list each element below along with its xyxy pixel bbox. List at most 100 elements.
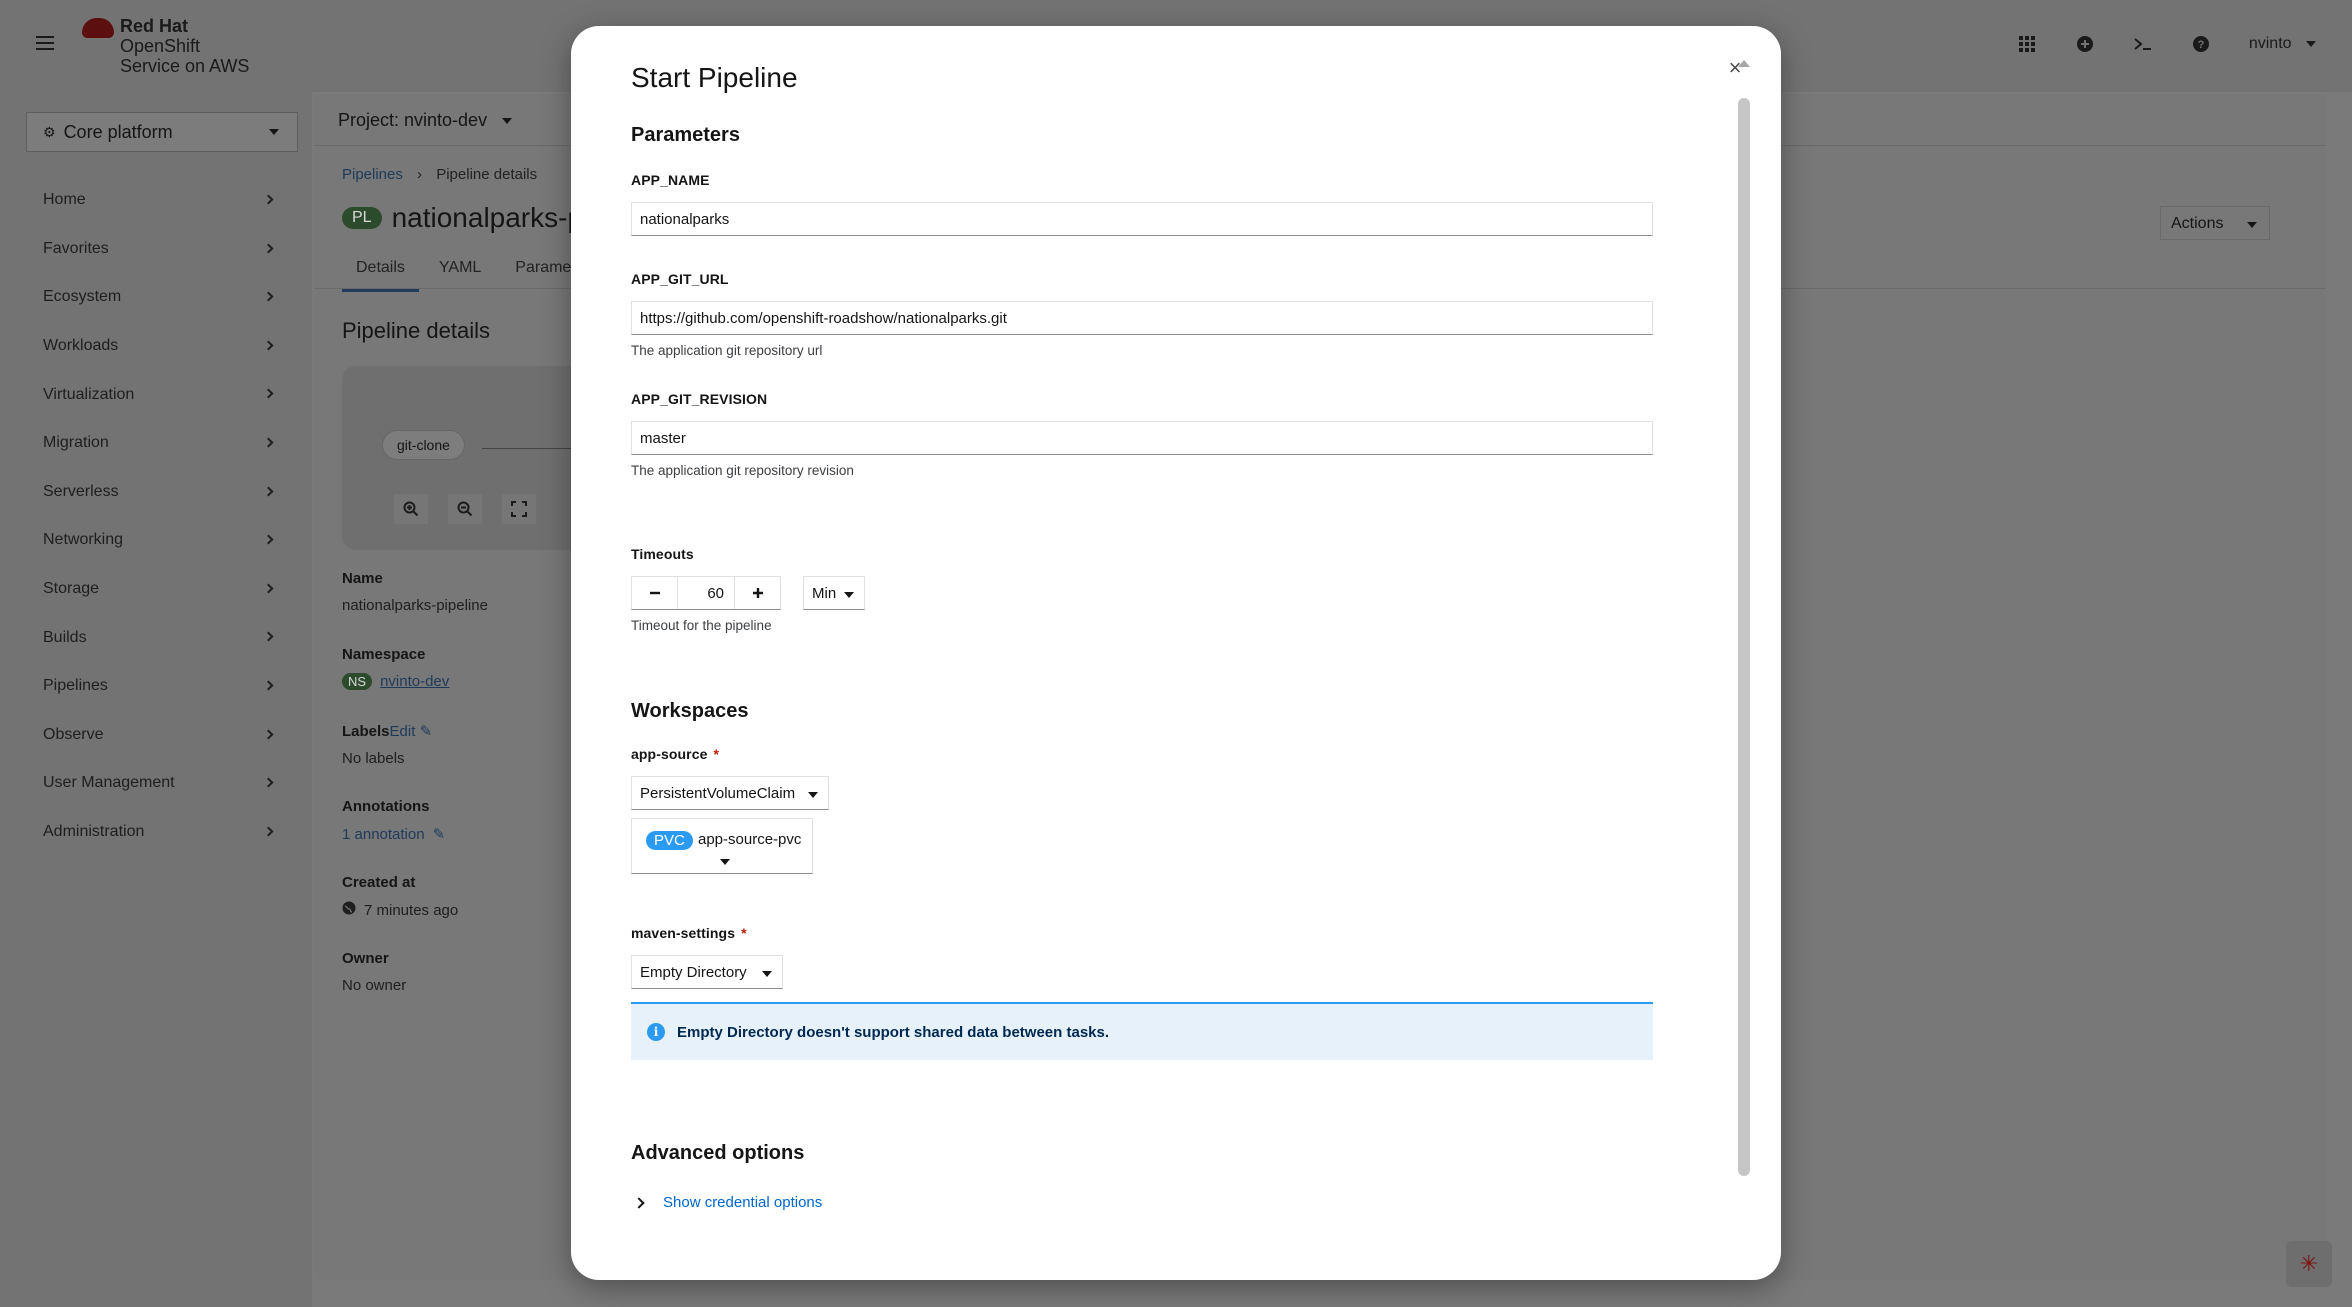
sidebar-item-storage[interactable]: Storage	[0, 565, 312, 614]
sidebar-item-user-management[interactable]: User Management	[0, 759, 312, 808]
nav-label: Networking	[43, 531, 124, 549]
sidebar-item-serverless[interactable]: Serverless	[0, 468, 312, 517]
scroll-thumb[interactable]	[1738, 98, 1750, 1176]
timeout-decrement-button[interactable]	[632, 577, 678, 609]
sidebar-item-administration[interactable]: Administration	[0, 808, 312, 857]
chevron-right-icon	[263, 729, 274, 739]
chevron-right-icon	[263, 631, 274, 642]
ws-app-source-label: app-source *	[631, 746, 719, 762]
help-icon[interactable]: ?	[2191, 34, 2211, 54]
param-app-git-revision-help: The application git repository revision	[631, 463, 854, 478]
ws-app-source-type-select[interactable]: PersistentVolumeClaim	[631, 776, 829, 810]
scroll-up-icon[interactable]	[1738, 60, 1750, 67]
timeout-stepper	[631, 576, 781, 610]
namespace-link[interactable]: nvinto-dev	[380, 673, 449, 690]
sidebar-item-home[interactable]: Home	[0, 176, 312, 225]
sidebar-item-favorites[interactable]: Favorites	[0, 225, 312, 274]
modal-title: Start Pipeline	[631, 62, 798, 93]
nav-label: Administration	[43, 823, 145, 841]
owner-value: No owner	[342, 977, 407, 994]
sidebar-item-ecosystem[interactable]: Ecosystem	[0, 273, 312, 322]
brand-line-1: Red Hat	[120, 16, 189, 36]
chevron-right-icon	[263, 583, 274, 594]
terminal-icon[interactable]	[2133, 34, 2153, 54]
nav-label: Serverless	[43, 482, 119, 500]
advanced-options-heading: Advanced options	[631, 1142, 805, 1164]
pencil-icon[interactable]: ✎	[433, 825, 446, 843]
sidebar-item-migration[interactable]: Migration	[0, 419, 312, 468]
sidebar-item-pipelines[interactable]: Pipelines	[0, 662, 312, 711]
parameters-heading: Parameters	[631, 124, 740, 146]
nav-label: Home	[43, 191, 86, 209]
annotations-link[interactable]: 1 annotation	[342, 826, 425, 843]
caret-down-icon	[2247, 222, 2257, 228]
caret-down-icon	[808, 792, 818, 798]
redhat-logo-icon	[82, 18, 114, 38]
sidebar-item-workloads[interactable]: Workloads	[0, 322, 312, 371]
ws-maven-settings-label-text: maven-settings	[631, 925, 736, 941]
section-title: Pipeline details	[342, 318, 490, 343]
pvc-select[interactable]: PVC app-source-pvc	[631, 818, 813, 874]
timeout-increment-button[interactable]	[734, 577, 780, 609]
graph-node-git-clone[interactable]: git-clone	[382, 430, 465, 460]
tab-yaml[interactable]: YAML	[425, 254, 495, 292]
nav-label: Migration	[43, 434, 109, 452]
meta-owner: Owner No owner	[342, 950, 406, 994]
sidebar-item-builds[interactable]: Builds	[0, 613, 312, 662]
ws-maven-settings-label: maven-settings *	[631, 925, 747, 941]
nav-label: Storage	[43, 580, 100, 598]
required-mark: *	[741, 925, 747, 941]
zoom-out-icon[interactable]	[448, 494, 482, 524]
hamburger-menu-icon[interactable]	[36, 36, 54, 50]
ws-app-source-type-value: PersistentVolumeClaim	[640, 784, 796, 802]
modal-scrollbar[interactable]	[1737, 60, 1751, 1280]
timeout-value-input[interactable]	[678, 577, 734, 609]
plus-circle-icon[interactable]	[2075, 34, 2095, 54]
timeout-unit-select[interactable]: Min	[803, 576, 866, 610]
param-app-git-url-help: The application git repository url	[631, 343, 823, 358]
user-menu[interactable]: nvinto	[2249, 35, 2316, 53]
project-selector[interactable]: Project: nvinto-dev	[338, 110, 513, 131]
breadcrumb: Pipelines › Pipeline details	[342, 166, 537, 183]
fit-screen-icon[interactable]	[502, 494, 536, 524]
nav-label: Observe	[43, 725, 104, 743]
annotations-label: Annotations	[342, 798, 430, 815]
show-credential-options-link[interactable]: Show credential options	[663, 1194, 822, 1211]
zoom-in-icon[interactable]	[394, 494, 428, 524]
param-app-git-revision-input[interactable]	[631, 421, 1653, 455]
param-app-git-url-input[interactable]	[631, 301, 1653, 335]
show-credential-options-toggle[interactable]: Show credential options	[631, 1194, 822, 1211]
caret-down-icon	[720, 859, 730, 865]
sidebar-item-virtualization[interactable]: Virtualization	[0, 370, 312, 419]
meta-created: Created at 7 minutes ago	[342, 874, 458, 919]
cogs-icon: ⚙	[43, 123, 56, 140]
start-pipeline-modal: × Start Pipeline Parameters APP_NAME APP…	[571, 26, 1781, 1280]
caret-down-icon	[762, 971, 772, 977]
owner-label: Owner	[342, 950, 389, 967]
info-circle-icon: i	[647, 1023, 665, 1041]
labels-edit-link[interactable]: Edit	[390, 723, 416, 740]
param-app-name-input[interactable]	[631, 202, 1653, 236]
actions-label: Actions	[2171, 215, 2224, 232]
grid-icon[interactable]	[2017, 34, 2037, 54]
created-label: Created at	[342, 874, 416, 891]
actions-dropdown[interactable]: Actions	[2160, 206, 2270, 240]
quickstart-float-button[interactable]: ✳	[2286, 1241, 2332, 1287]
breadcrumb-pipelines[interactable]: Pipelines	[342, 166, 403, 183]
nav-label: Workloads	[43, 337, 119, 355]
pencil-icon[interactable]: ✎	[420, 723, 433, 740]
timeouts-label: Timeouts	[631, 546, 694, 562]
user-name: nvinto	[2248, 35, 2292, 52]
brand-line-2: OpenShift	[120, 36, 201, 56]
chevron-right-icon	[263, 826, 274, 837]
nav-label: User Management	[43, 774, 175, 792]
breadcrumb-separator-icon: ›	[417, 166, 423, 183]
sidebar-item-networking[interactable]: Networking	[0, 516, 312, 565]
nav-label: Virtualization	[43, 385, 135, 403]
labels-label: Labels	[342, 723, 390, 740]
ws-maven-settings-type-select[interactable]: Empty Directory	[631, 955, 783, 989]
tab-details[interactable]: Details	[342, 254, 419, 292]
sidebar-item-observe[interactable]: Observe	[0, 711, 312, 760]
perspective-switcher[interactable]: ⚙ Core platform	[26, 112, 298, 152]
chevron-down-icon	[2306, 40, 2316, 47]
